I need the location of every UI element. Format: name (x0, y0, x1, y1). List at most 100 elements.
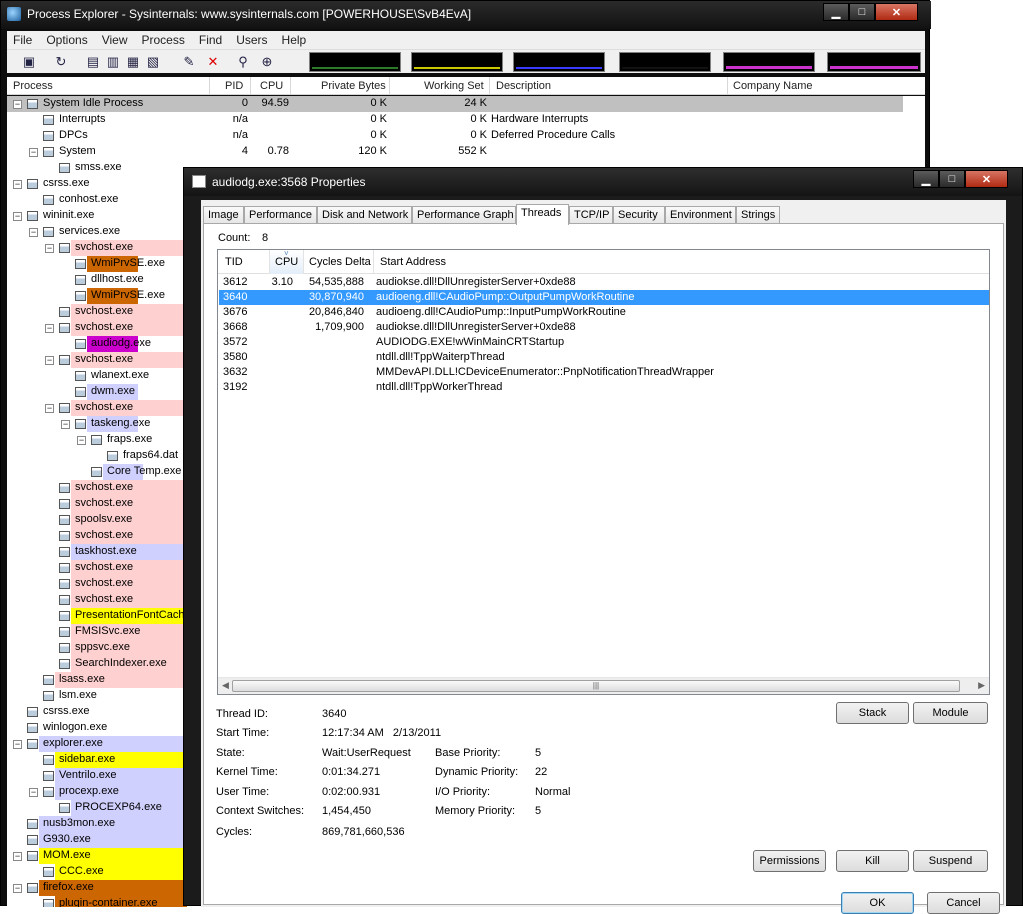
context-switches-value: 1,454,450 (322, 805, 371, 817)
kill-button[interactable]: Kill (836, 850, 909, 872)
tab-image[interactable]: Image (203, 206, 244, 224)
gpu-graph[interactable] (827, 52, 921, 72)
target-crosshair-icon[interactable]: ⊕ (259, 54, 275, 70)
col-company-name[interactable]: Company Name (733, 80, 812, 92)
tab-threads[interactable]: Threads (516, 204, 569, 225)
thread-start: audioeng.dll!CAudioPump::InputPumpWorkRo… (376, 306, 626, 318)
collapse-icon[interactable]: − (29, 148, 38, 157)
dialog-title-bar[interactable]: audiodg.exe:3568 Properties (184, 168, 1022, 196)
col-cycles-delta[interactable]: Cycles Delta (309, 256, 371, 268)
menu-view[interactable]: View (96, 33, 136, 47)
thread-cycles: 30,870,940 (308, 291, 364, 303)
dll-view-icon[interactable]: ▧ (145, 54, 161, 70)
show-handles-icon[interactable]: ▥ (105, 54, 121, 70)
col-working-set[interactable]: Working Set (424, 80, 484, 92)
main-title-bar[interactable]: Process Explorer - Sysinternals: www.sys… (1, 1, 931, 29)
collapse-icon[interactable]: − (29, 788, 38, 797)
collapse-icon[interactable]: − (45, 244, 54, 253)
tab-performance[interactable]: Performance (244, 206, 317, 224)
process-row[interactable]: Interrupts n/a 0 K 0 K Hardware Interrupts (7, 112, 925, 128)
thread-row[interactable]: 3640 30,870,940 audioeng.dll!CAudioPump::O… (219, 290, 989, 305)
thread-row[interactable]: 3676 20,846,840 audioeng.dll!CAudioPump::I… (219, 305, 989, 320)
cpu-graph[interactable] (309, 52, 401, 72)
menu-find[interactable]: Find (193, 33, 230, 47)
menu-help[interactable]: Help (276, 33, 315, 47)
col-tid[interactable]: TID (225, 256, 243, 268)
col-private-bytes[interactable]: Private Bytes (321, 80, 386, 92)
ok-button[interactable]: OK (841, 892, 914, 914)
network-graph[interactable] (619, 52, 711, 72)
suspend-button[interactable]: Suspend (913, 850, 988, 872)
thread-row[interactable]: 3612 3.10 54,535,888 audiokse.dll!DllUnregi… (219, 275, 989, 290)
scroll-right-icon[interactable]: ▶ (978, 680, 985, 691)
menu-options[interactable]: Options (40, 33, 95, 47)
horizontal-scrollbar[interactable]: ◀ ||| ▶ (218, 677, 989, 694)
thread-list[interactable]: TID ˅ CPU Cycles Delta Start Address 361… (217, 249, 990, 695)
collapse-icon[interactable]: − (13, 740, 22, 749)
menu-users[interactable]: Users (230, 33, 275, 47)
process-icon (59, 659, 70, 669)
process-name: taskeng.exe (91, 417, 151, 429)
process-icon (59, 163, 70, 173)
process-name: svchost.exe (75, 401, 134, 413)
process-row[interactable]: − System 4 0.78 120 K 552 K (7, 144, 925, 160)
stack-button[interactable]: Stack (836, 702, 909, 724)
tab-tcpip[interactable]: TCP/IP (569, 206, 613, 224)
thread-row[interactable]: 3192 ntdll.dll!TppWorkerThread (219, 380, 989, 395)
dialog-minimize-icon[interactable]: ▁ (913, 170, 939, 188)
disk-graph[interactable] (723, 52, 815, 72)
collapse-icon[interactable]: − (45, 356, 54, 365)
collapse-icon[interactable]: − (45, 324, 54, 333)
menu-process[interactable]: Process (136, 33, 193, 47)
collapse-icon[interactable]: − (13, 100, 22, 109)
kill-process-icon[interactable]: ✕ (205, 54, 221, 70)
maximize-icon[interactable]: □ (849, 3, 875, 21)
save-icon[interactable]: ▣ (21, 54, 37, 70)
tab-security[interactable]: Security (613, 206, 665, 224)
col-cpu[interactable]: CPU (260, 80, 283, 92)
module-button[interactable]: Module (913, 702, 988, 724)
collapse-icon[interactable]: − (45, 404, 54, 413)
tab-environment[interactable]: Environment (665, 206, 736, 224)
dialog-maximize-icon[interactable]: □ (939, 170, 965, 188)
disk-graph-line (726, 66, 812, 69)
lower-pane-icon[interactable]: ▦ (125, 54, 141, 70)
tab-strings[interactable]: Strings (736, 206, 780, 224)
properties-icon[interactable]: ✎ (181, 54, 197, 70)
col-process[interactable]: Process (13, 80, 53, 92)
commit-graph[interactable] (411, 52, 503, 72)
menu-file[interactable]: File (7, 33, 40, 47)
scroll-thumb[interactable]: ||| (232, 680, 960, 692)
refresh-icon[interactable]: ↻ (53, 54, 69, 70)
collapse-icon[interactable]: − (77, 436, 86, 445)
scroll-left-icon[interactable]: ◀ (222, 680, 229, 691)
collapse-icon[interactable]: − (29, 228, 38, 237)
thread-row[interactable]: 3580 ntdll.dll!TppWaiterpThread (219, 350, 989, 365)
cancel-button[interactable]: Cancel (927, 892, 1000, 914)
tab-performance-graph[interactable]: Performance Graph (412, 206, 516, 224)
close-icon[interactable]: ✕ (875, 3, 918, 21)
thread-row[interactable]: 3632 MMDevAPI.DLL!CDeviceEnumerator::PnpN… (219, 365, 989, 380)
thread-row[interactable]: 3668 1,709,900 audiokse.dll!DllUnregisterS… (219, 320, 989, 335)
col-description[interactable]: Description (496, 80, 551, 92)
system-info-icon[interactable]: ▤ (85, 54, 101, 70)
thread-row[interactable]: 3572 AUDIODG.EXE!wWinMainCRTStartup (219, 335, 989, 350)
collapse-icon[interactable]: − (13, 180, 22, 189)
io-graph[interactable] (513, 52, 605, 72)
process-row[interactable]: − System Idle Process 0 94.59 0 K 24 K (7, 96, 925, 112)
minimize-icon[interactable]: ▁ (823, 3, 849, 21)
collapse-icon[interactable]: − (13, 884, 22, 893)
tab-disk-and-network[interactable]: Disk and Network (317, 206, 412, 224)
collapse-icon[interactable]: − (61, 420, 70, 429)
collapse-icon[interactable]: − (13, 212, 22, 221)
gpu-graph-line (830, 66, 918, 69)
collapse-icon[interactable]: − (13, 852, 22, 861)
permissions-button[interactable]: Permissions (753, 850, 826, 872)
col-pid[interactable]: PID (225, 80, 243, 92)
user-time-value: 0:02:00.931 (322, 786, 381, 798)
col-start-address[interactable]: Start Address (380, 256, 446, 268)
process-row[interactable]: DPCs n/a 0 K 0 K Deferred Procedure Calls (7, 128, 925, 144)
find-binoculars-icon[interactable]: ⚲ (235, 54, 251, 70)
dialog-close-icon[interactable]: ✕ (965, 170, 1008, 188)
col-thread-cpu[interactable]: CPU (275, 256, 298, 268)
